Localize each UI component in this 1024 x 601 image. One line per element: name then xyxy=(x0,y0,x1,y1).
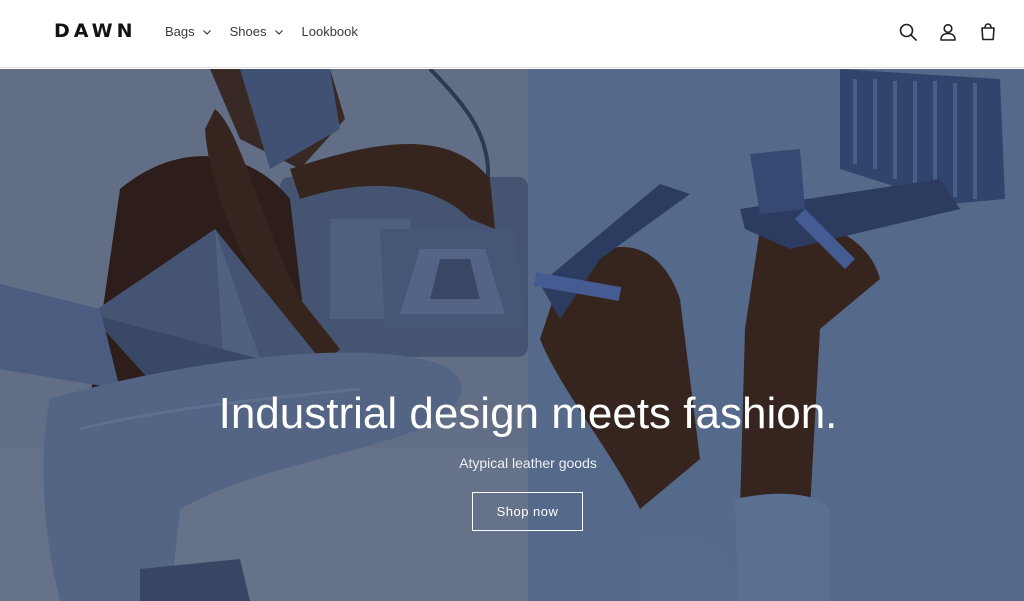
nav-item-lookbook[interactable]: Lookbook xyxy=(302,24,358,39)
search-icon xyxy=(899,23,917,41)
cart-button[interactable] xyxy=(976,20,1000,44)
nav-item-label: Shoes xyxy=(229,24,267,39)
hero-title: Industrial design meets fashion. xyxy=(218,389,838,438)
hero-banner: Industrial design meets fashion. Atypica… xyxy=(0,69,1024,601)
nav-item-label: Bags xyxy=(165,24,195,39)
nav-item-bags[interactable]: Bags xyxy=(165,24,212,39)
hero-subtitle: Atypical leather goods xyxy=(459,455,597,471)
header-icons xyxy=(896,20,1000,44)
account-icon xyxy=(940,23,956,41)
search-button[interactable] xyxy=(896,20,920,44)
chevron-down-icon xyxy=(202,29,211,35)
main-nav: Bags Shoes Lookbook xyxy=(165,24,376,39)
account-button[interactable] xyxy=(936,20,960,44)
nav-item-shoes[interactable]: Shoes xyxy=(230,24,284,39)
chevron-down-icon xyxy=(274,29,283,35)
site-header: DAWN Bags Shoes Lookbook xyxy=(0,0,1024,68)
nav-item-label: Lookbook xyxy=(301,24,358,39)
brand-logo[interactable]: DAWN xyxy=(54,20,136,42)
cart-icon xyxy=(981,23,995,41)
shop-now-button[interactable]: Shop now xyxy=(472,492,583,531)
